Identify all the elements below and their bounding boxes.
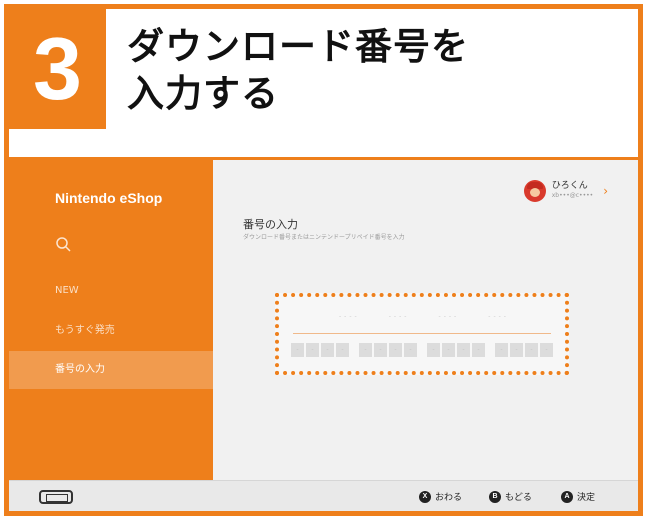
- sidebar-item-coming-soon[interactable]: もうすぐ発売: [9, 312, 213, 350]
- step-heading-line1: ダウンロード番号を: [127, 25, 469, 68]
- a-button-icon: A: [561, 490, 573, 503]
- chevron-right-icon: ›: [603, 184, 608, 198]
- hint-quit[interactable]: X おわる: [419, 490, 462, 503]
- code-key[interactable]: -: [472, 343, 485, 357]
- code-key[interactable]: -: [359, 343, 372, 357]
- instruction-frame: 3 ダウンロード番号を 入力する Nintendo eShop NEW もうすぐ…: [4, 4, 643, 516]
- code-key[interactable]: -: [427, 343, 440, 357]
- eshop-screen: Nintendo eShop NEW もうすぐ発売 番号の入力 ひろくん xb•…: [9, 160, 638, 511]
- code-input-underline: [293, 333, 551, 334]
- sidebar: Nintendo eShop NEW もうすぐ発売 番号の入力: [9, 160, 213, 480]
- user-name: ひろくん: [551, 181, 588, 191]
- page-title: 番号の入力: [243, 218, 298, 231]
- code-key-group: - - - -: [495, 343, 553, 357]
- code-key[interactable]: -: [495, 343, 508, 357]
- code-key[interactable]: -: [442, 343, 455, 357]
- hint-confirm[interactable]: A 決定: [561, 490, 595, 503]
- code-key-group: - - - -: [291, 343, 349, 357]
- user-account[interactable]: ひろくん xb•••@c•••• ›: [523, 178, 608, 204]
- search-icon[interactable]: [55, 236, 73, 254]
- step-heading-line2: 入力する: [127, 72, 279, 115]
- step-heading: ダウンロード番号を 入力する: [127, 23, 627, 117]
- code-key[interactable]: -: [540, 343, 553, 357]
- x-button-icon: X: [419, 490, 431, 503]
- code-placeholder-group: ----: [488, 313, 509, 320]
- code-key[interactable]: -: [374, 343, 387, 357]
- code-key-group: - - - -: [359, 343, 417, 357]
- bottom-bar: X おわる B もどる A 決定: [9, 480, 638, 511]
- hint-back-label: もどる: [505, 493, 532, 503]
- code-key[interactable]: -: [404, 343, 417, 357]
- hint-back[interactable]: B もどる: [489, 490, 532, 503]
- hint-confirm-label: 決定: [577, 493, 596, 503]
- page-subtitle: ダウンロード番号またはニンテンドープリペイド番号を入力: [243, 234, 405, 241]
- code-placeholder-group: ----: [438, 313, 460, 320]
- code-key[interactable]: -: [510, 343, 523, 357]
- hint-quit-label: おわる: [435, 493, 463, 503]
- code-entry-panel[interactable]: ---- ---- ---- ---- - - - - - - - - - - …: [275, 293, 569, 375]
- step-number-badge: 3: [9, 9, 106, 129]
- code-placeholder-row: ---- ---- ---- ----: [339, 313, 509, 320]
- code-key[interactable]: -: [457, 343, 470, 357]
- sidebar-item-new[interactable]: NEW: [9, 272, 213, 310]
- step-header: 3 ダウンロード番号を 入力する: [9, 9, 638, 160]
- code-key[interactable]: -: [389, 343, 402, 357]
- b-button-icon: B: [489, 490, 501, 503]
- code-key-row: - - - - - - - - - - - - - - - -: [291, 343, 553, 357]
- main-panel: ひろくん xb•••@c•••• › 番号の入力 ダウンロード番号またはニンテン…: [213, 160, 638, 480]
- code-key[interactable]: -: [306, 343, 319, 357]
- sidebar-item-redeem-code[interactable]: 番号の入力: [9, 351, 213, 389]
- code-placeholder-group: ----: [339, 313, 360, 320]
- code-key[interactable]: -: [525, 343, 538, 357]
- code-key[interactable]: -: [291, 343, 304, 357]
- code-placeholder-group: ----: [388, 313, 410, 320]
- code-key[interactable]: -: [321, 343, 334, 357]
- switch-console-icon: [39, 490, 73, 504]
- avatar: [523, 180, 546, 202]
- code-key[interactable]: -: [336, 343, 349, 357]
- eshop-logo: Nintendo eShop: [55, 190, 163, 206]
- code-key-group: - - - -: [427, 343, 485, 357]
- user-id: xb•••@c••••: [551, 192, 594, 199]
